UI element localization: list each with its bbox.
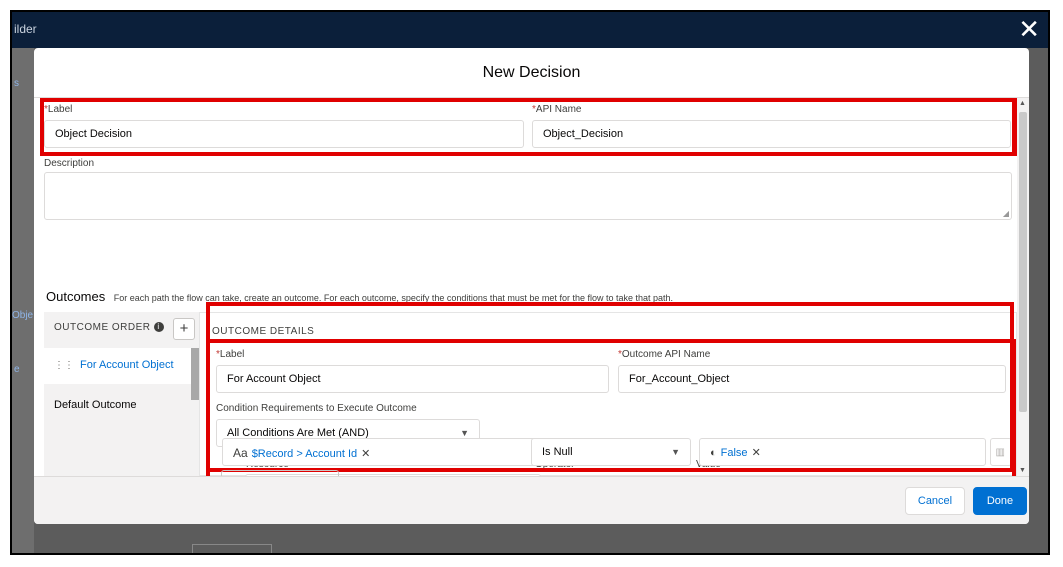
description-label: Description	[44, 158, 95, 169]
background-control	[192, 544, 272, 553]
cancel-button[interactable]: Cancel	[905, 487, 965, 515]
background-text: e	[14, 364, 20, 375]
drag-handle-icon[interactable]: ⋮⋮	[54, 360, 74, 371]
scroll-thumb[interactable]	[1019, 112, 1027, 412]
outcomes-title: Outcomes	[46, 289, 106, 304]
background-text: s	[14, 78, 19, 89]
scroll-down-icon[interactable]: ▼	[1019, 467, 1026, 474]
scroll-up-icon[interactable]: ▲	[1019, 100, 1026, 107]
outcome-order-title: OUTCOME ORDER i	[54, 322, 164, 333]
background-panel	[12, 48, 34, 553]
done-button[interactable]: Done	[973, 487, 1027, 515]
add-outcome-button[interactable]: +	[173, 318, 195, 340]
highlight-box	[206, 302, 1014, 472]
description-textarea[interactable]: ◢	[44, 172, 1012, 220]
modal-scrollbar[interactable]: ▲ ▼	[1017, 98, 1029, 476]
outcome-list-scrollbar[interactable]	[191, 348, 199, 400]
info-icon[interactable]: i	[153, 322, 164, 333]
outcome-item-for-account-object[interactable]: ⋮⋮ For Account Object	[44, 348, 194, 384]
screen-frame: ilder ✕ s Obje e New Decision *Label Obj…	[10, 10, 1050, 555]
app-header: ilder ✕	[12, 12, 1048, 48]
background-text: Obje	[12, 310, 34, 321]
resize-handle-icon[interactable]: ◢	[1003, 209, 1009, 218]
outcome-order-panel: OUTCOME ORDER i + ⋮⋮ For Account Object De…	[44, 312, 199, 476]
app-title: ilder	[14, 22, 37, 36]
modal-footer: Cancel Done	[34, 476, 1029, 524]
new-decision-modal: New Decision *Label Object Decision *API…	[34, 48, 1029, 524]
modal-header: New Decision	[34, 48, 1029, 98]
highlight-box	[40, 98, 1016, 156]
close-icon[interactable]: ✕	[1018, 14, 1040, 44]
modal-title: New Decision	[482, 63, 581, 81]
outcome-item-default[interactable]: Default Outcome	[44, 388, 194, 424]
